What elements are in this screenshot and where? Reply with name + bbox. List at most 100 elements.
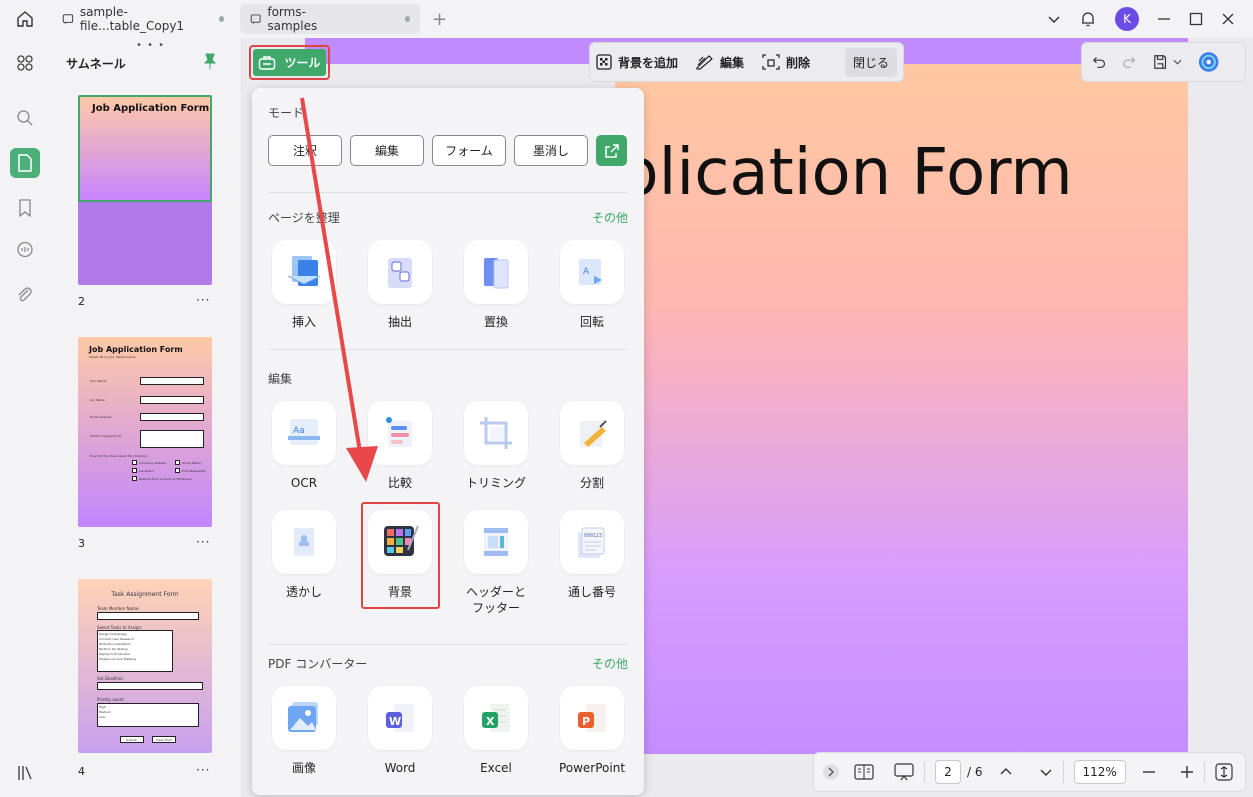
page-thumbnail-3[interactable]: Job Application Form Please fill in your… <box>78 337 212 527</box>
close-icon[interactable] <box>1221 12 1235 26</box>
fit-page-icon[interactable] <box>1215 763 1233 781</box>
add-background-button[interactable]: 背景を追加 <box>596 54 678 71</box>
zoom-level[interactable]: 112% <box>1073 760 1126 784</box>
attachments-button[interactable] <box>10 280 40 310</box>
tool-label: 分割 <box>579 476 604 490</box>
zoom-in-icon[interactable] <box>1180 765 1194 779</box>
thumbnail-more-button[interactable]: ··· <box>196 535 210 549</box>
pin-icon[interactable] <box>202 52 218 70</box>
tool-label: PowerPoint <box>558 761 626 775</box>
convert-to-excel[interactable]: X Excel <box>456 686 536 776</box>
chevron-down-icon[interactable] <box>1039 765 1053 779</box>
tab-forms-samples[interactable]: forms-samples <box>240 4 420 34</box>
mini-checkbox <box>175 468 180 473</box>
mode-redact-button[interactable]: 墨消し <box>514 135 588 166</box>
mini-label: Prepare Go-Live Meeting <box>99 657 136 661</box>
bookmarks-button[interactable] <box>10 193 40 223</box>
mini-label: Referral from a Friend or Employee <box>139 477 192 481</box>
open-external-button[interactable] <box>596 135 627 166</box>
mode-form-button[interactable]: フォーム <box>432 135 506 166</box>
zoom-out-icon[interactable] <box>1142 765 1156 779</box>
close-toolbar-button[interactable]: 閉じる <box>844 47 897 77</box>
thumbnail-more-button[interactable]: ··· <box>196 763 210 777</box>
chevron-down-icon[interactable] <box>1173 57 1182 67</box>
undo-icon[interactable] <box>1092 54 1106 70</box>
tools-label: ツール <box>284 56 321 70</box>
chevron-down-icon[interactable] <box>1047 12 1061 26</box>
mini-button: Submit <box>120 736 144 743</box>
apps-button[interactable] <box>10 48 40 78</box>
convert-to-image[interactable]: 画像 <box>264 686 344 776</box>
edit-background-button[interactable]: 編集 <box>696 54 744 71</box>
search-icon <box>17 110 33 126</box>
tool-label: 置換 <box>483 315 508 329</box>
chevron-up-icon[interactable] <box>999 765 1013 779</box>
powerpoint-icon: P <box>578 704 606 732</box>
page-section-more-link[interactable]: その他 <box>592 209 628 226</box>
tool-replace[interactable]: 置換 <box>456 240 536 330</box>
comments-button[interactable] <box>10 235 40 265</box>
converter-section-more-link[interactable]: その他 <box>592 655 628 672</box>
mini-checkbox <box>175 460 180 465</box>
delete-label: 削除 <box>786 55 811 70</box>
tool-crop[interactable]: トリミング <box>456 401 536 491</box>
tool-extract[interactable]: 抽出 <box>360 240 440 330</box>
panel-grip-icon[interactable]: • • • <box>136 40 165 51</box>
mini-checkbox <box>132 468 137 473</box>
redo-icon[interactable] <box>1122 54 1136 70</box>
compare-icon <box>386 417 412 447</box>
tool-label: 抽出 <box>387 315 412 329</box>
mini-field <box>97 703 199 727</box>
home-icon <box>17 11 33 27</box>
tool-label: Excel <box>480 761 512 775</box>
minimize-icon[interactable] <box>1157 12 1171 26</box>
mode-edit-button[interactable]: 編集 <box>350 135 424 166</box>
tool-compare[interactable]: 比較 <box>360 401 440 491</box>
thumbnail-more-button[interactable]: ··· <box>196 293 210 307</box>
library-button[interactable] <box>10 758 40 788</box>
grid-icon <box>17 55 33 71</box>
reading-mode-icon[interactable] <box>854 764 874 780</box>
convert-to-powerpoint[interactable]: P PowerPoint <box>552 686 632 776</box>
search-button[interactable] <box>10 103 40 133</box>
expand-icon[interactable] <box>822 763 840 781</box>
mini-label: Clear Form <box>156 738 173 742</box>
thumbnails-button[interactable] <box>10 148 40 178</box>
title-bar: sample-file...table_Copy1 forms-samples … <box>0 0 1253 38</box>
tool-rotate[interactable]: A 回転 <box>552 240 632 330</box>
bell-icon[interactable] <box>1079 10 1097 28</box>
mini-button: Clear Form <box>152 736 176 743</box>
tools-dropdown: モード 注釈 編集 フォーム 墨消し ページを整理 その他 挿入 抽出 置換 A… <box>252 88 644 795</box>
page-number-input[interactable]: 2 <box>935 760 961 784</box>
converter-section-title: PDF コンバーター <box>268 657 368 671</box>
tool-watermark[interactable]: 透かし <box>264 510 344 600</box>
divider <box>268 349 628 350</box>
mini-label: Job Board <box>139 469 154 473</box>
new-tab-button[interactable]: + <box>432 9 447 30</box>
avatar[interactable]: K <box>1115 7 1139 31</box>
maximize-icon[interactable] <box>1189 12 1203 26</box>
thumbnail-subtitle: Please fill in your details below <box>89 355 136 359</box>
tool-header-footer[interactable]: ヘッダーと フッター <box>456 510 536 616</box>
tab-sample-file[interactable]: sample-file...table_Copy1 <box>52 4 234 34</box>
mode-annotate-button[interactable]: 注釈 <box>268 135 342 166</box>
mini-label: Print Newsletter <box>182 469 207 473</box>
toolbox-icon <box>259 55 276 70</box>
ai-assistant-icon[interactable] <box>1198 50 1219 74</box>
delete-background-button[interactable]: 削除 <box>762 54 810 71</box>
tool-label: ヘッダーと フッター <box>465 585 526 615</box>
tool-ocr[interactable]: Aa OCR <box>264 401 344 491</box>
tool-bates-number[interactable]: 000123 通し番号 <box>552 510 632 600</box>
tools-button[interactable]: ツール <box>249 45 330 80</box>
background-toolbar: 背景を追加 編集 削除 閉じる <box>589 42 904 82</box>
total-pages: / 6 <box>967 765 983 779</box>
save-icon[interactable] <box>1153 53 1167 71</box>
page-thumbnail-4[interactable]: Task Assignment Form Team Member Name: S… <box>78 579 212 753</box>
presentation-icon[interactable] <box>894 763 914 781</box>
page-thumbnail-2[interactable]: Job Application Form <box>78 95 212 285</box>
tool-insert[interactable]: 挿入 <box>264 240 344 330</box>
tool-split[interactable]: 分割 <box>552 401 632 491</box>
convert-to-word[interactable]: W Word <box>360 686 440 776</box>
header-footer-icon <box>484 528 508 556</box>
home-button[interactable] <box>0 0 50 38</box>
